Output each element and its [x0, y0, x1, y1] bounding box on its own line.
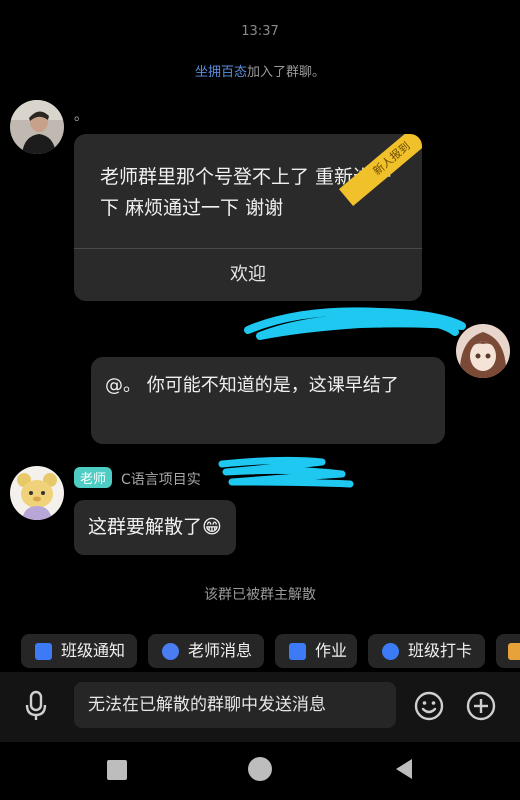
- quick-action-bar: 班级通知 老师消息 作业 班级打卡: [0, 634, 520, 668]
- system-dissolved-message: 该群已被群主解散: [204, 587, 316, 603]
- joined-user-link[interactable]: 坐拥百态: [195, 65, 247, 80]
- sender-redaction-scribble: [218, 456, 354, 488]
- folder-icon: [508, 643, 520, 660]
- quick-label: 班级打卡: [408, 641, 473, 660]
- quick-label: 作业: [315, 641, 348, 660]
- redaction-scribble: [244, 307, 466, 340]
- reply-bubble[interactable]: @。 你可能不知道的是，这课早结了: [91, 357, 445, 444]
- teacher-role-badge: 老师: [74, 467, 113, 488]
- input-row: 无法在已解散的群聊中发送消息: [0, 672, 520, 742]
- reply-text: @。 你可能不知道的是，这课早结了: [105, 375, 399, 396]
- quick-label: 班级通知: [61, 641, 126, 660]
- quick-label: 老师消息: [188, 641, 253, 660]
- message-input[interactable]: 无法在已解散的群聊中发送消息: [74, 682, 396, 728]
- newcomer-welcome-card: 老师群里那个号登不上了 重新进一下 麻烦通过一下 谢谢 新人报到 欢迎: [74, 134, 422, 301]
- welcome-button[interactable]: 欢迎: [74, 249, 422, 301]
- back-icon[interactable]: [392, 757, 416, 781]
- teacher-message-bubble[interactable]: 这群要解散了😁: [74, 500, 236, 555]
- quick-homework-button[interactable]: 作业: [275, 634, 357, 668]
- add-plus-icon[interactable]: [466, 691, 496, 721]
- system-join-text: 加入了群聊。: [247, 65, 326, 80]
- quick-teacher-message-button[interactable]: 老师消息: [148, 634, 264, 668]
- newcomer-avatar[interactable]: [10, 100, 64, 154]
- system-join-message: 坐拥百态加入了群聊。: [0, 61, 520, 80]
- recent-apps-icon[interactable]: [107, 760, 127, 780]
- quick-folder-button[interactable]: [496, 634, 520, 668]
- emoji-icon[interactable]: [414, 691, 444, 721]
- newcomer-name: 。: [74, 108, 88, 124]
- status-time: 13:37: [241, 24, 279, 39]
- home-icon[interactable]: [248, 757, 272, 781]
- microphone-icon[interactable]: [24, 690, 48, 722]
- quick-class-notice-button[interactable]: 班级通知: [21, 634, 137, 668]
- checkin-icon: [382, 643, 399, 660]
- teacher-message-icon: [162, 643, 179, 660]
- teacher-avatar[interactable]: [10, 466, 64, 520]
- self-avatar[interactable]: [456, 324, 510, 378]
- teacher-sender-name: C语言项目实: [121, 472, 201, 488]
- quick-checkin-button[interactable]: 班级打卡: [368, 634, 485, 668]
- homework-icon: [289, 643, 306, 660]
- system-navigation-bar: [0, 742, 520, 800]
- notice-icon: [35, 643, 52, 660]
